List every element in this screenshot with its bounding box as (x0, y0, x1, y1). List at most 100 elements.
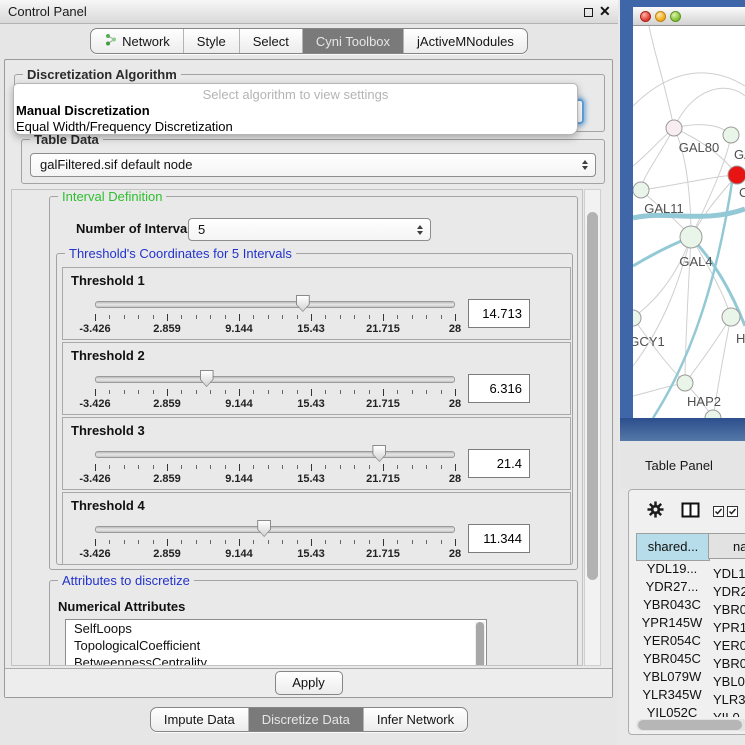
node-label: GAL80 (679, 140, 719, 155)
table-row[interactable]: YPR145WYPR1 (629, 614, 745, 632)
number-of-intervals-value: 5 (198, 222, 205, 237)
table-row[interactable]: YDL19...YDL1 (629, 560, 745, 578)
scale-label: 21.715 (366, 473, 400, 485)
group-title: Interval Definition (58, 189, 166, 204)
attributes-group: Attributes to discretize Numerical Attri… (49, 580, 578, 666)
threshold-label: Threshold 2 (71, 348, 145, 363)
tab-jactivemnodules[interactable]: jActiveMNodules (403, 29, 527, 53)
list-item[interactable]: SelfLoops (66, 620, 486, 637)
table-row[interactable]: YDR27...YDR2 (629, 578, 745, 596)
tab-label: Infer Network (377, 712, 454, 727)
tab-label: Select (253, 34, 289, 49)
popup-item-manual-discretization[interactable]: Manual Discretization (16, 103, 150, 118)
slider-ticks (95, 389, 455, 397)
minimize-traffic-light-icon[interactable] (655, 11, 666, 22)
slider-scale: -3.426 2.859 9.144 15.43 21.715 28 (95, 323, 455, 335)
panel-vertical-scrollbar[interactable] (584, 189, 601, 666)
close-icon[interactable]: ✕ (599, 3, 611, 20)
attributes-list-scrollbar[interactable] (475, 622, 485, 666)
checkbox-icon[interactable] (713, 505, 724, 520)
tab-cyni-toolbox[interactable]: Cyni Toolbox (302, 29, 403, 53)
table-row[interactable]: YIL052CYIL0 (629, 704, 745, 717)
node-gal4[interactable] (680, 226, 702, 248)
node-ga[interactable] (723, 127, 739, 143)
tab-select[interactable]: Select (239, 29, 302, 53)
table-horizontal-scrollbar[interactable] (636, 719, 745, 731)
slider-track[interactable] (95, 526, 455, 533)
threshold-3-panel: Threshold 3 -3.426 2.859 9.144 15.43 (62, 417, 571, 490)
threshold-4-panel: Threshold 4 -3.426 2.859 9.144 15.43 (62, 492, 571, 565)
settings-scroll-area: Interval Definition Number of Intervals … (11, 189, 583, 666)
threshold-1-value-field[interactable] (468, 299, 530, 328)
threshold-3-value-field[interactable] (468, 449, 530, 478)
slider-track[interactable] (95, 301, 455, 308)
slider-ticks (95, 314, 455, 322)
threshold-label: Threshold 3 (71, 423, 145, 438)
threshold-1-panel: Threshold 1 -3.426 2.859 9.144 15.43 (62, 267, 571, 340)
node-bottom[interactable] (705, 410, 721, 418)
scale-label: 28 (449, 473, 461, 485)
network-canvas[interactable]: GAL80 GA C GAL11 GAL4 GCY1 H HAP2 (633, 26, 745, 418)
scale-label: 28 (449, 548, 461, 560)
table-row[interactable]: YBR043CYBR0 (629, 596, 745, 614)
node-label: GA (734, 147, 745, 162)
checkbox-icon[interactable] (727, 505, 738, 520)
node-red[interactable] (728, 166, 745, 184)
threshold-3-slider[interactable]: -3.426 2.859 9.144 15.43 21.715 28 (95, 444, 455, 484)
slider-thumb[interactable] (200, 370, 214, 387)
popup-hint: Select algorithm to view settings (14, 87, 577, 102)
tab-label: Impute Data (164, 712, 235, 727)
gear-icon[interactable] (647, 501, 664, 521)
close-traffic-light-icon[interactable] (640, 11, 651, 22)
table-row[interactable]: YLR345WYLR3 (629, 686, 745, 704)
threshold-2-value-field[interactable] (468, 374, 530, 403)
tab-label: Discretize Data (262, 712, 350, 727)
column-header-name[interactable]: na (708, 533, 745, 559)
slider-thumb[interactable] (296, 295, 310, 312)
column-header-shared[interactable]: shared... (636, 533, 710, 561)
split-panel-icon[interactable] (681, 502, 700, 521)
tab-style[interactable]: Style (183, 29, 239, 53)
threshold-2-panel: Threshold 2 -3.426 2.859 9.144 15.43 (62, 342, 571, 415)
group-title: Threshold's Coordinates for 5 Intervals (65, 246, 296, 261)
list-item[interactable]: BetweennessCentrality (66, 654, 486, 666)
node-hap2[interactable] (677, 375, 693, 391)
node-label: H (736, 331, 745, 346)
scale-label: 9.144 (225, 398, 253, 410)
slider-track[interactable] (95, 376, 455, 383)
scale-label: -3.426 (79, 548, 110, 560)
threshold-4-slider[interactable]: -3.426 2.859 9.144 15.43 21.715 28 (95, 519, 455, 559)
node-h[interactable] (722, 308, 740, 326)
scale-label: 2.859 (153, 473, 181, 485)
node-label: GCY1 (633, 334, 665, 349)
table-row[interactable]: YER054CYER0 (629, 632, 745, 650)
slider-thumb[interactable] (257, 520, 271, 537)
tab-network[interactable]: Network (91, 29, 183, 53)
table-row[interactable]: YBL079WYBL0 (629, 668, 745, 686)
table-panel-box: shared... na YDL19...YDL1 YDR27...YDR2 Y… (628, 489, 745, 735)
slider-thumb[interactable] (372, 445, 386, 462)
float-window-icon[interactable] (584, 8, 593, 17)
list-item[interactable]: TopologicalCoefficient (66, 637, 486, 654)
popup-item-equal-width-frequency[interactable]: Equal Width/Frequency Discretization (16, 119, 233, 134)
apply-button[interactable]: Apply (275, 671, 343, 695)
top-tabbar: Network Style Select Cyni Toolbox jActiv… (0, 24, 618, 58)
scale-label: 9.144 (225, 473, 253, 485)
tab-infer-network[interactable]: Infer Network (363, 708, 467, 731)
control-panel-titlebar: Control Panel ✕ (0, 0, 618, 24)
combo-arrows-icon (582, 160, 588, 170)
threshold-1-slider[interactable]: -3.426 2.859 9.144 15.43 21.715 28 (95, 294, 455, 334)
threshold-4-value-field[interactable] (468, 524, 530, 553)
slider-track[interactable] (95, 451, 455, 458)
table-data-combobox[interactable]: galFiltered.sif default node (30, 153, 596, 177)
scale-label: 28 (449, 398, 461, 410)
threshold-2-slider[interactable]: -3.426 2.859 9.144 15.43 21.715 28 (95, 369, 455, 409)
tab-discretize-data[interactable]: Discretize Data (248, 708, 363, 731)
node-gal11[interactable] (633, 182, 649, 198)
table-row[interactable]: YBR045CYBR0 (629, 650, 745, 668)
node-gal80[interactable] (666, 120, 682, 136)
tab-impute-data[interactable]: Impute Data (151, 708, 248, 731)
scale-label: 2.859 (153, 548, 181, 560)
zoom-traffic-light-icon[interactable] (670, 11, 681, 22)
number-of-intervals-spinner[interactable]: 5 (188, 218, 431, 241)
